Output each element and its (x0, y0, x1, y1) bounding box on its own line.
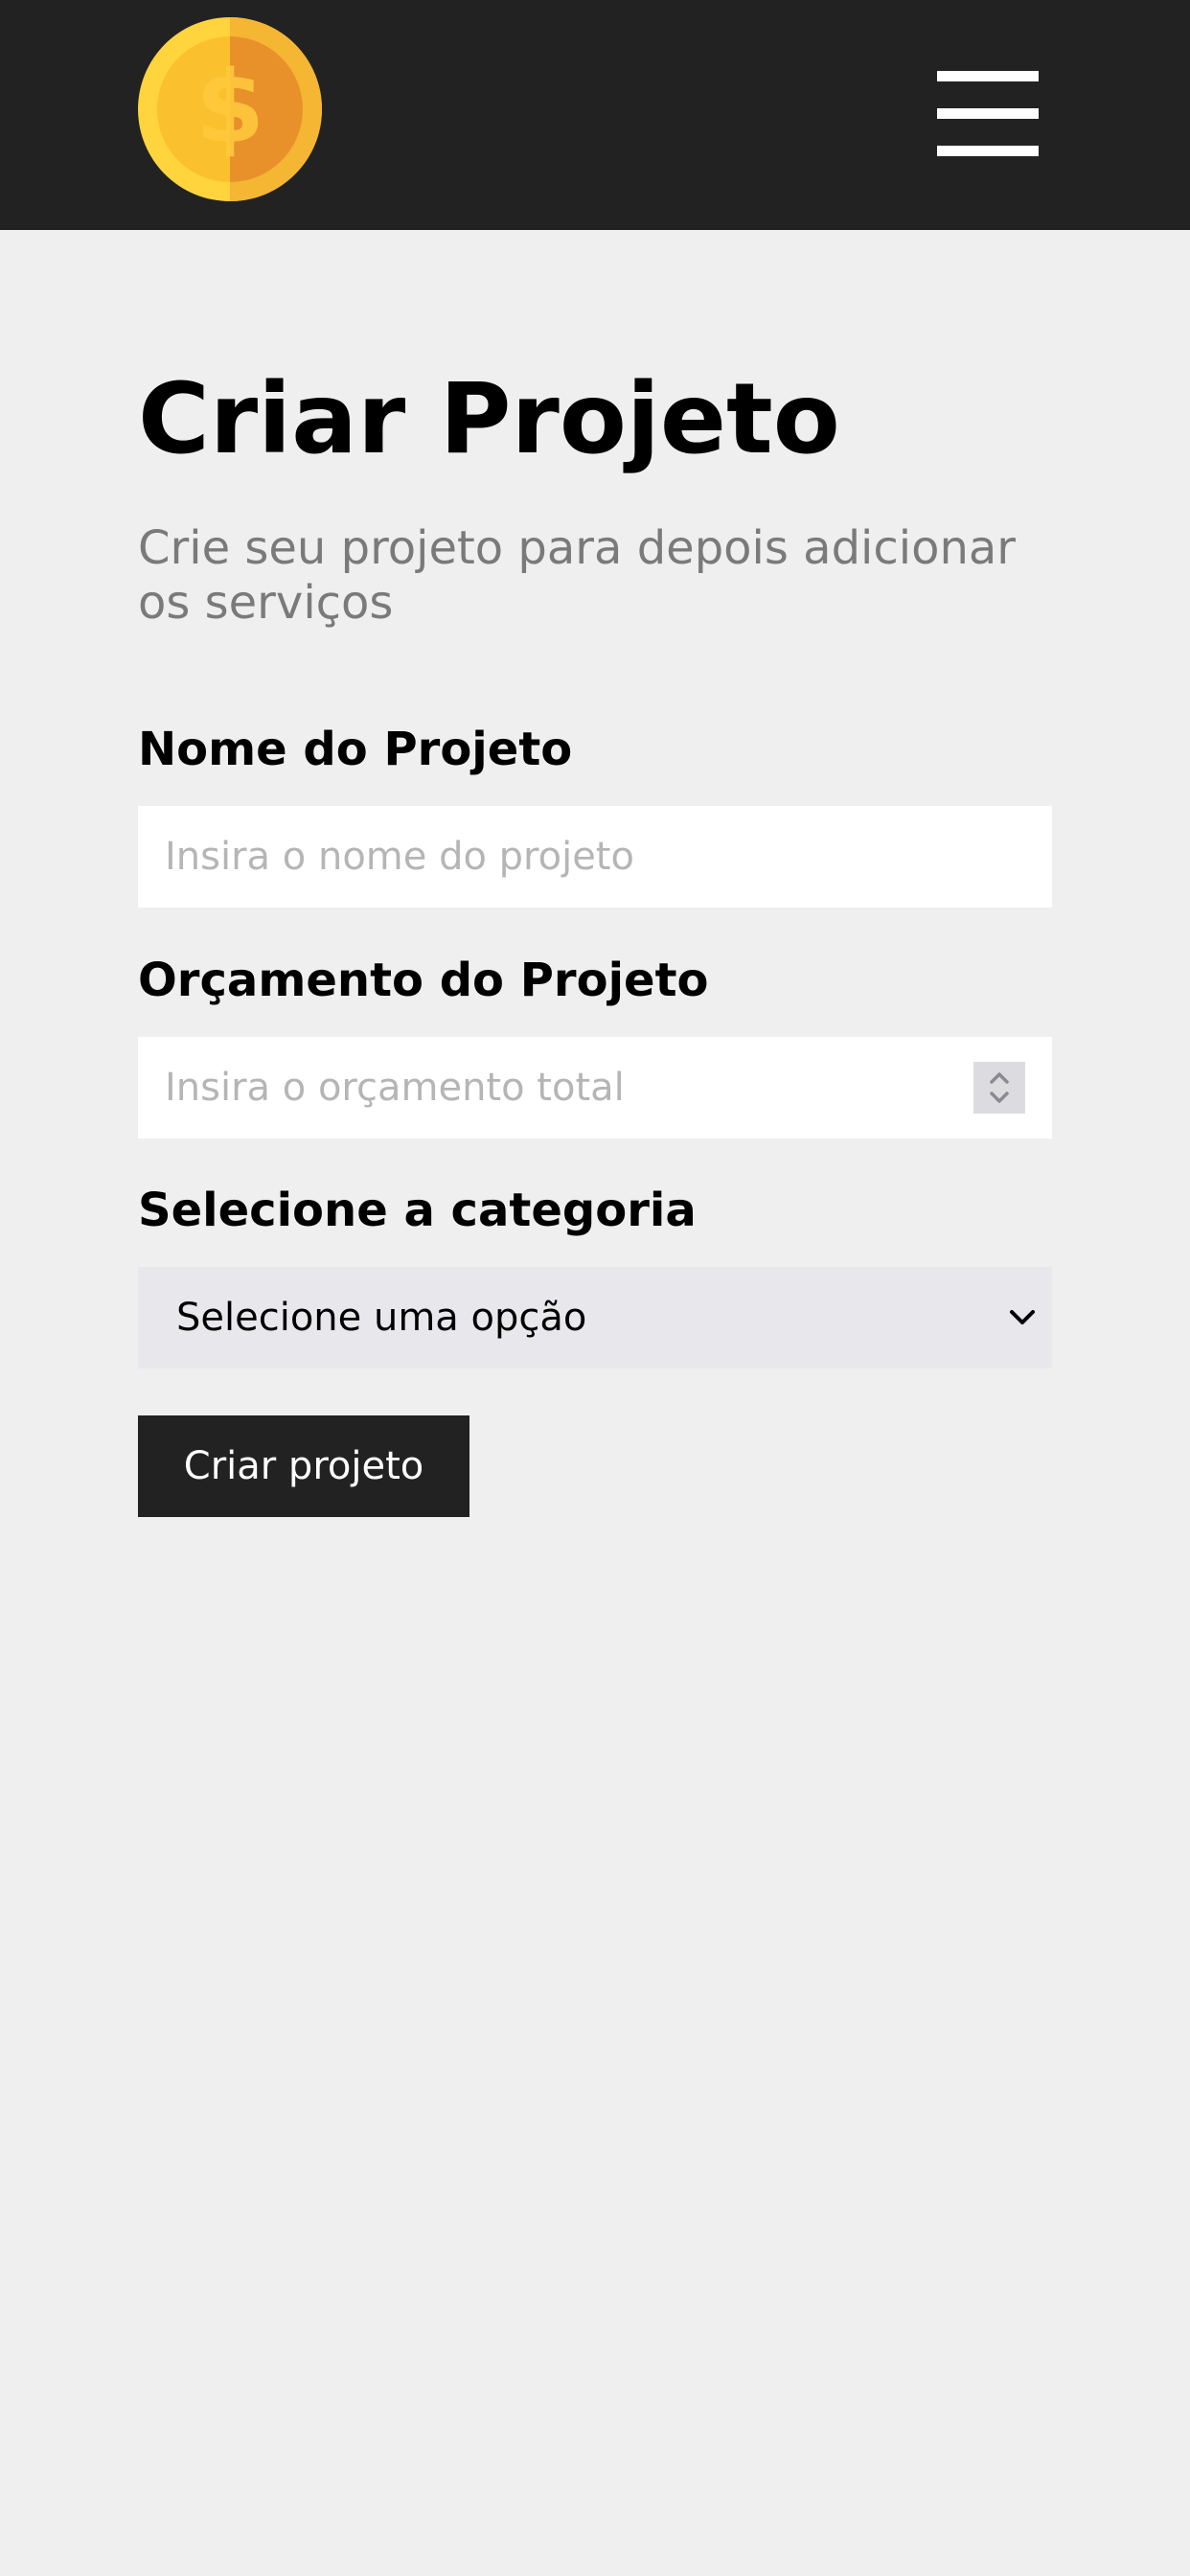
app-header: $ (0, 0, 1190, 230)
category-label: Selecione a categoria (138, 1184, 697, 1237)
project-budget-field (138, 1037, 1052, 1138)
project-name-input[interactable] (138, 806, 1052, 908)
chevron-down-icon (1006, 1303, 1039, 1332)
project-name-label: Nome do Projeto (138, 723, 573, 776)
dollar-coin-icon[interactable]: $ (138, 17, 322, 201)
page-subtitle: Crie seu projeto para depois adicionar o… (138, 521, 1017, 630)
hamburger-menu-icon[interactable] (937, 69, 1039, 159)
menu-line (937, 146, 1039, 156)
svg-text:$: $ (195, 49, 264, 166)
page-title: Criar Projeto (138, 362, 840, 476)
menu-line (937, 108, 1039, 119)
project-budget-label: Orçamento do Projeto (138, 954, 709, 1007)
number-stepper-icon[interactable] (973, 1062, 1025, 1114)
project-budget-input[interactable] (138, 1037, 1052, 1138)
category-selected-value: Selecione uma opção (176, 1296, 587, 1340)
create-project-button[interactable]: Criar projeto (138, 1415, 469, 1517)
menu-line (937, 71, 1039, 81)
category-select[interactable]: Selecione uma opção (138, 1267, 1052, 1368)
